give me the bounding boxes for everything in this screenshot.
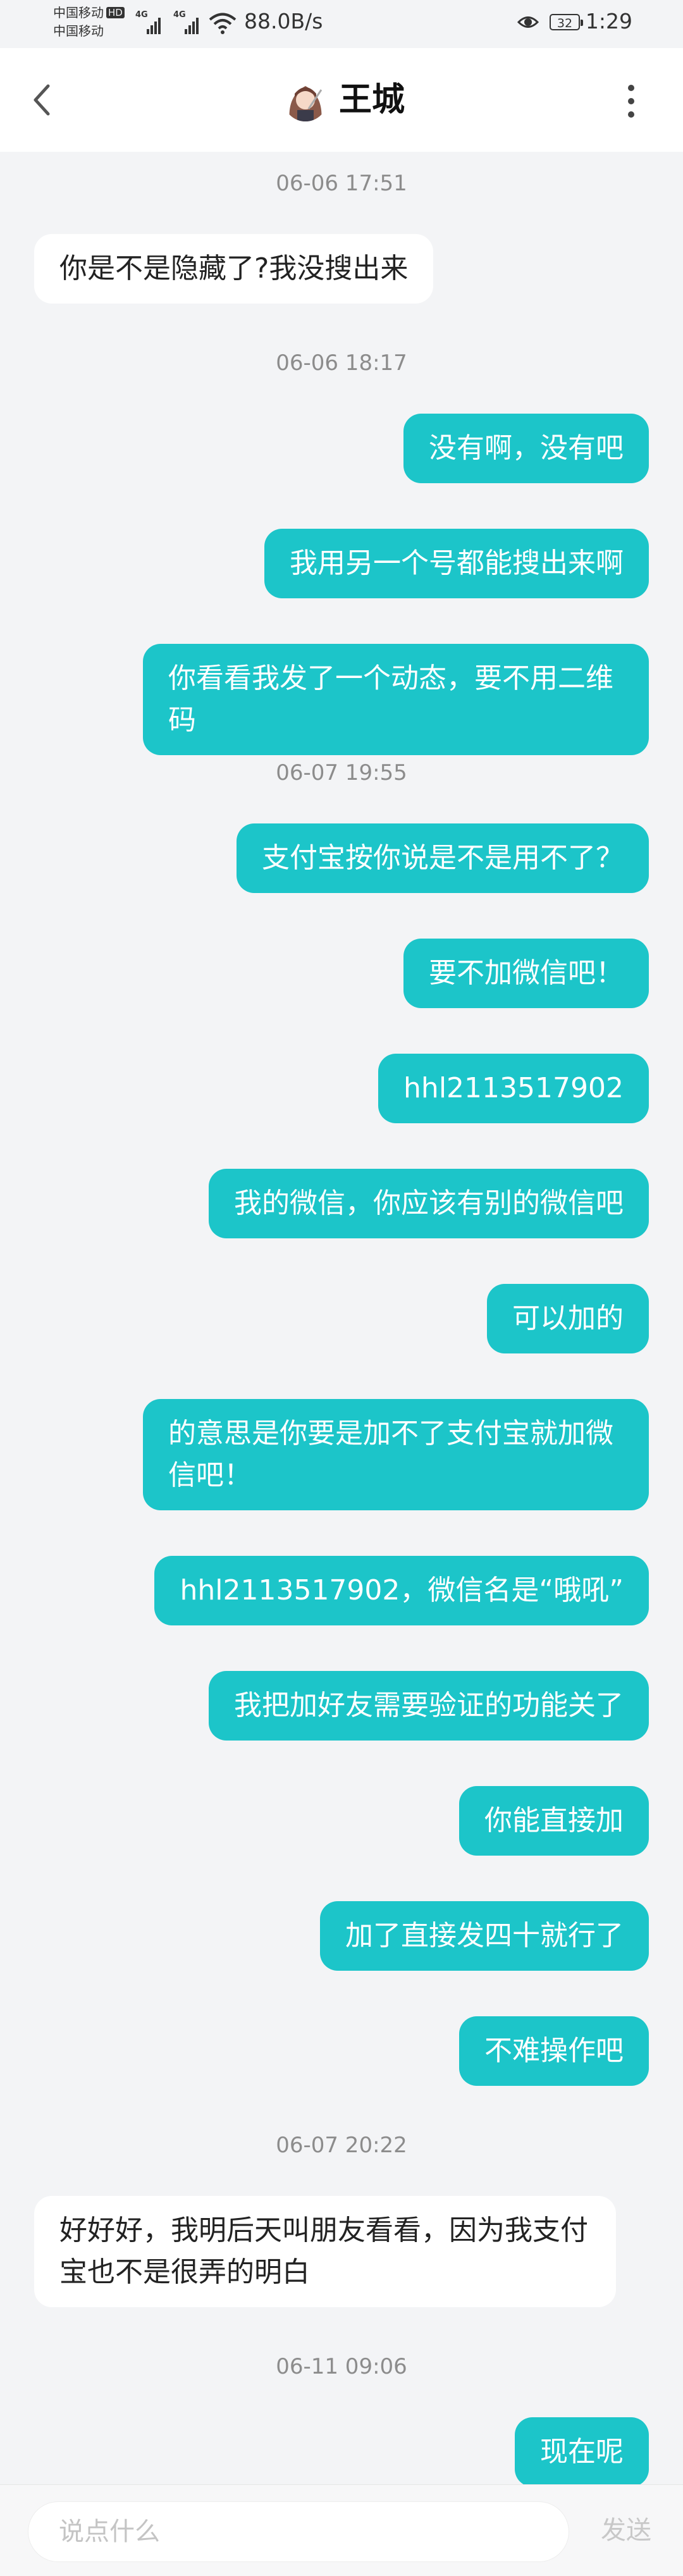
chat-header: 王城 (0, 48, 683, 152)
page-title: 王城 (339, 81, 405, 119)
message-bubble-sent[interactable]: hhl2113517902 (378, 1054, 649, 1123)
message-bubble-sent[interactable]: 加了直接发四十就行了 (320, 1901, 649, 1971)
timestamp: 06-07 19:55 (276, 760, 407, 786)
message-bubble-sent[interactable]: 的意思是你要是加不了支付宝就加微信吧！ (143, 1399, 649, 1510)
hd-badge: HD (106, 7, 125, 18)
message-bubble-received[interactable]: 好好好，我明后天叫朋友看看，因为我支付宝也不是很弄的明白 (34, 2196, 616, 2307)
wifi-icon (209, 13, 237, 34)
battery-icon: 32 (550, 14, 583, 30)
message-bubble-sent[interactable]: 我把加好友需要验证的功能关了 (209, 1671, 649, 1741)
carrier-name-1: 中国移动 (53, 5, 104, 20)
message-bubble-received[interactable]: 你是不是隐藏了?我没搜出来 (34, 234, 434, 304)
timestamp: 06-06 18:17 (276, 350, 407, 376)
message-bubble-sent[interactable]: 要不加微信吧！ (403, 939, 649, 1008)
clock: 1:29 (585, 9, 632, 34)
carrier-name-2: 中国移动 (53, 23, 104, 39)
message-input[interactable]: 说点什么 (28, 2501, 569, 2562)
carrier-info: 中国移动 HD 中国移动 (53, 4, 125, 40)
message-bubble-sent[interactable]: 现在呢 (515, 2417, 649, 2484)
message-bubble-sent[interactable]: 我用另一个号都能搜出来啊 (264, 529, 649, 598)
message-bubble-sent[interactable]: 你能直接加 (459, 1786, 649, 1856)
status-bar: 中国移动 HD 中国移动 4G 4G 88.0B/s 32 1:29 (0, 0, 683, 48)
message-list[interactable]: 06-06 17:51 你是不是隐藏了?我没搜出来 06-06 18:17 没有… (0, 152, 683, 2484)
input-bar: 说点什么 发送 (0, 2484, 683, 2576)
more-options-icon[interactable] (622, 82, 640, 120)
message-bubble-sent[interactable]: 你看看我发了一个动态，要不用二维码 (143, 644, 649, 755)
message-bubble-sent[interactable]: 支付宝按你说是不是用不了？ (237, 823, 649, 893)
avatar-image (283, 77, 328, 121)
eye-icon (517, 16, 539, 28)
message-bubble-sent[interactable]: 没有啊，没有吧 (403, 414, 649, 483)
send-button[interactable]: 发送 (601, 2511, 651, 2549)
back-arrow-icon[interactable] (25, 81, 61, 119)
timestamp: 06-07 20:22 (276, 2133, 407, 2158)
avatar[interactable] (283, 77, 328, 121)
timestamp: 06-11 09:06 (276, 2354, 407, 2379)
message-bubble-sent[interactable]: hhl2113517902，微信名是“哦吼” (154, 1556, 649, 1625)
message-bubble-sent[interactable]: 可以加的 (487, 1284, 649, 1353)
timestamp: 06-06 17:51 (276, 171, 407, 196)
net-speed: 88.0B/s (244, 9, 323, 34)
message-bubble-sent[interactable]: 我的微信，你应该有别的微信吧 (209, 1169, 649, 1238)
message-bubble-sent[interactable]: 不难操作吧 (459, 2016, 649, 2086)
